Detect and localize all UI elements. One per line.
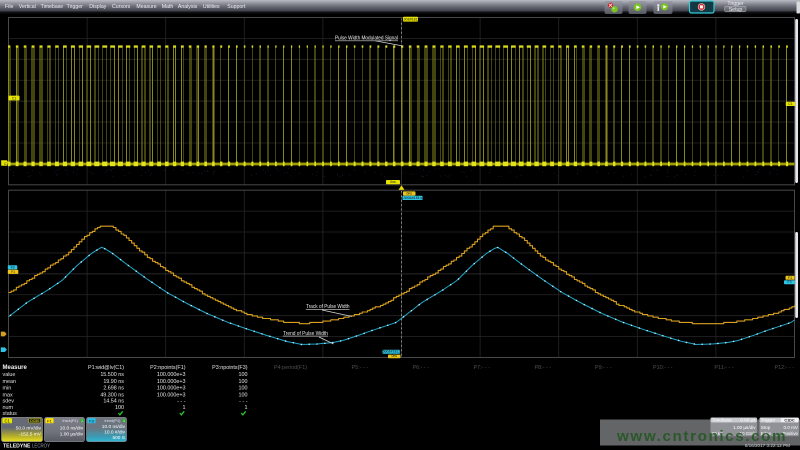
svg-text:F1: F1 [47, 418, 52, 423]
svg-text:Timebase: Timebase [712, 418, 732, 423]
svg-text:100: 100 [239, 372, 248, 378]
svg-text:F3: F3 [11, 265, 15, 269]
svg-text:-500&#181;s: -500&#181;s [382, 350, 402, 354]
svg-text:P9:- - -: P9:- - - [595, 365, 612, 371]
svg-text:F1: F1 [11, 270, 15, 274]
svg-text:P12:- - -: P12:- - - [775, 365, 795, 371]
svg-text:1: 1 [81, 419, 83, 423]
svg-text:0.00&#181;s: 0.00&#181;s [401, 18, 420, 22]
svg-text:P6:- - -: P6:- - - [413, 365, 430, 371]
svg-text:Analysis: Analysis [178, 4, 198, 10]
svg-text:File: File [5, 4, 13, 10]
svg-text:100: 100 [239, 379, 248, 385]
svg-text:Trigger: Trigger [67, 4, 84, 10]
svg-text:DC50: DC50 [30, 419, 39, 423]
svg-text:Measure: Measure [136, 4, 156, 10]
svg-text:mean: mean [3, 379, 17, 385]
svg-text:1: 1 [123, 419, 125, 423]
svg-text:Vertical: Vertical [19, 4, 36, 10]
svg-text:P8:- - -: P8:- - - [535, 365, 552, 371]
svg-text:0ns: 0ns [390, 180, 396, 184]
svg-text:Support: Support [227, 4, 246, 10]
svg-text:-152.5 mV: -152.5 mV [19, 431, 42, 437]
svg-text:1: 1 [245, 405, 248, 411]
svg-text:15.500 ns: 15.500 ns [100, 372, 124, 378]
svg-text:100.000e+3: 100.000e+3 [157, 386, 186, 392]
svg-text:500 S: 500 S [112, 435, 125, 441]
svg-text:100: 100 [115, 405, 124, 411]
svg-text:F3: F3 [788, 280, 792, 284]
svg-text:max: max [3, 392, 13, 398]
svg-text:P10:- - -: P10:- - - [653, 365, 673, 371]
svg-text:100: 100 [239, 392, 248, 398]
svg-text:100.000e+3: 100.000e+3 [157, 379, 186, 385]
svg-text:10.0 ns/div: 10.0 ns/div [60, 426, 84, 432]
svg-text:P1:wid@lv(C1): P1:wid@lv(C1) [88, 365, 124, 371]
svg-text:Math: Math [162, 4, 174, 10]
svg-text:0ns: 0ns [392, 354, 398, 358]
svg-text:49.300 ns: 49.300 ns [100, 392, 124, 398]
svg-text:19.90 ns: 19.90 ns [103, 379, 124, 385]
svg-text:100.000e+3: 100.000e+3 [157, 372, 186, 378]
svg-text:Display: Display [89, 4, 106, 10]
svg-text:- - -: - - - [177, 399, 186, 405]
svg-text:P2:npoints(F1): P2:npoints(F1) [150, 365, 186, 371]
svg-text:value: value [3, 372, 16, 378]
svg-text:C1: C1 [12, 96, 16, 100]
svg-text:Utilities: Utilities [203, 4, 220, 10]
svg-text:14.54 ns: 14.54 ns [103, 399, 124, 405]
svg-text:1: 1 [183, 405, 186, 411]
svg-text:F3: F3 [89, 418, 94, 423]
svg-text:TELEDYNE: TELEDYNE [3, 444, 31, 450]
svg-text:Measure: Measure [3, 365, 28, 371]
svg-text:P3:npoints(F3): P3:npoints(F3) [212, 365, 248, 371]
svg-text:Setup: Setup [729, 7, 743, 13]
svg-text:LECROY: LECROY [32, 444, 50, 450]
svg-text:50.0 mV/div: 50.0 mV/div [16, 426, 42, 432]
svg-text:num: num [3, 405, 14, 411]
svg-text:min: min [3, 386, 12, 392]
svg-text:10.0 #/div: 10.0 #/div [104, 430, 125, 436]
svg-text:-500&#181;s: -500&#181;s [403, 196, 423, 200]
svg-text:100.000e+3: 100.000e+3 [157, 392, 186, 398]
svg-text:Timebase: Timebase [41, 4, 64, 10]
svg-text:F1: F1 [788, 276, 792, 280]
svg-text:sdev: sdev [3, 399, 15, 405]
svg-text:0.00 µs: 0.00 µs [740, 418, 756, 423]
svg-text:1.00 µs/div: 1.00 µs/div [60, 431, 84, 437]
svg-text:C1: C1 [5, 418, 11, 423]
svg-text:P4:period(F1): P4:period(F1) [274, 365, 307, 371]
svg-text:Cursors: Cursors [112, 4, 131, 10]
svg-text:8/16/2017 3:22:12 PM: 8/16/2017 3:22:12 PM [745, 443, 790, 448]
svg-text:C1: C1 [4, 162, 8, 166]
svg-text:0ns: 0ns [407, 192, 413, 196]
svg-text:C1DC: C1DC [784, 419, 795, 423]
svg-text:- - -: - - - [239, 399, 248, 405]
svg-text:2.698 ns: 2.698 ns [103, 386, 124, 392]
svg-text:track(P1): track(P1) [63, 419, 79, 423]
svg-text:status: status [3, 411, 18, 417]
svg-text:P7:- - -: P7:- - - [474, 365, 491, 371]
svg-text:100: 100 [239, 386, 248, 392]
svg-text:10.0 ns/div: 10.0 ns/div [102, 424, 126, 430]
svg-text:P11:- - -: P11:- - - [714, 365, 733, 371]
svg-text:trend(P1): trend(P1) [105, 419, 122, 423]
svg-text:P5:- - -: P5:- - - [352, 365, 369, 371]
svg-text:C1: C1 [788, 102, 792, 106]
svg-text:Trigger: Trigger [761, 418, 776, 423]
